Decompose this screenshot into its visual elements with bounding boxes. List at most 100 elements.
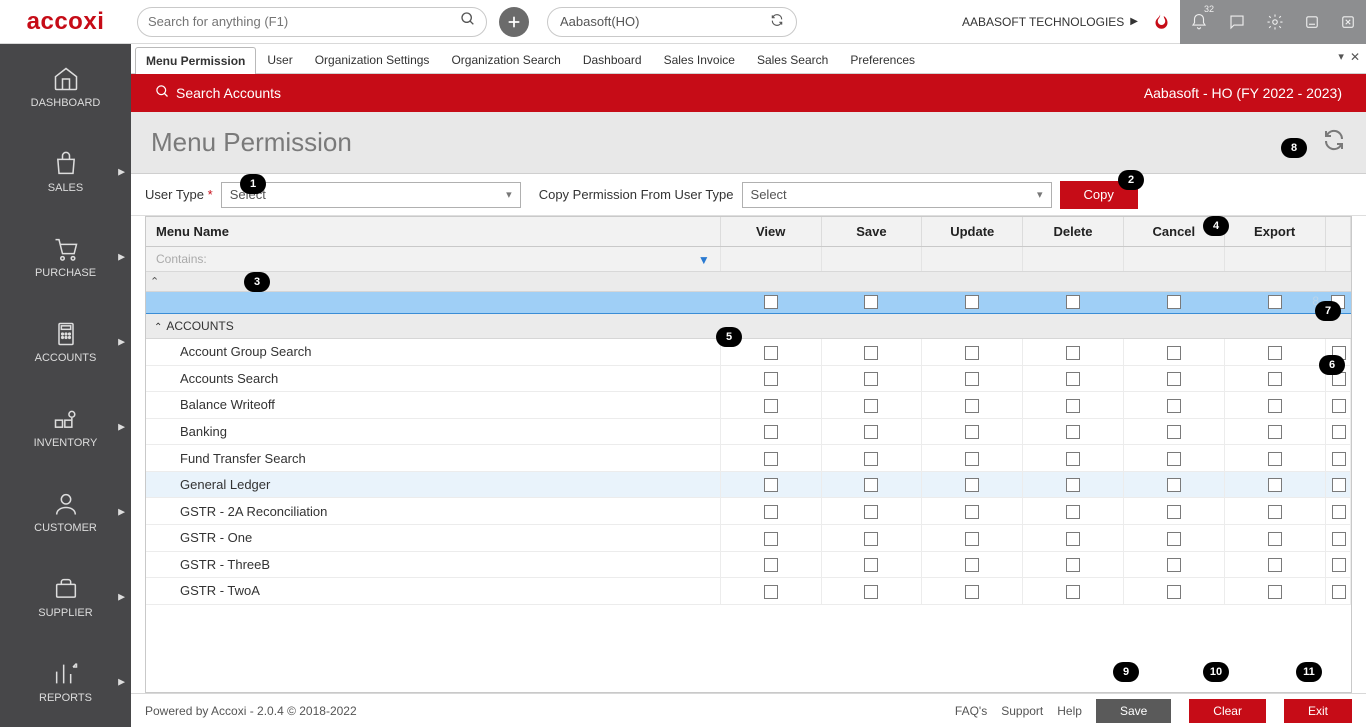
checkbox[interactable] [1066,558,1080,572]
refresh-icon[interactable] [1322,128,1346,157]
checkbox[interactable] [1268,295,1282,309]
tab-preferences[interactable]: Preferences [839,46,926,73]
grid-filter-row[interactable]: Contains:▼ [146,247,1351,272]
col-extra[interactable] [1325,217,1350,247]
tab-organization-settings[interactable]: Organization Settings [304,46,441,73]
checkbox[interactable] [1167,452,1181,466]
checkbox[interactable] [965,505,979,519]
checkbox[interactable] [1167,399,1181,413]
checkbox[interactable] [1167,478,1181,492]
company-label[interactable]: AABASOFT TECHNOLOGIES [962,15,1124,29]
checkbox[interactable] [864,399,878,413]
checkbox[interactable] [965,372,979,386]
col-export[interactable]: Export [1224,217,1325,247]
notifications-icon[interactable]: 32 [1180,0,1218,44]
checkbox[interactable] [1268,505,1282,519]
sidebar-item-inventory[interactable]: INVENTORY ▶ [0,384,131,469]
sidebar-item-accounts[interactable]: ACCOUNTS ▶ [0,299,131,384]
col-view[interactable]: View [720,217,821,247]
sidebar-item-customer[interactable]: CUSTOMER ▶ [0,469,131,554]
checkbox[interactable] [1332,532,1346,546]
checkbox[interactable] [1167,505,1181,519]
sidebar-item-reports[interactable]: REPORTS ▶ [0,639,131,724]
sidebar-item-dashboard[interactable]: DASHBOARD [0,44,131,129]
tab-close-all-icon[interactable]: ✕ [1350,50,1360,64]
table-row[interactable]: GSTR - One [146,524,1351,551]
checkbox[interactable] [764,505,778,519]
checkbox[interactable] [764,399,778,413]
checkbox[interactable] [1066,532,1080,546]
checkbox[interactable] [864,346,878,360]
checkbox[interactable] [1331,295,1345,309]
checkbox[interactable] [864,425,878,439]
checkbox[interactable] [1167,532,1181,546]
checkbox[interactable] [864,372,878,386]
checkbox[interactable] [1332,558,1346,572]
add-button[interactable] [499,7,529,37]
checkbox[interactable] [1167,558,1181,572]
copy-from-user-type-select[interactable]: Select▾ [742,182,1052,208]
checkbox[interactable] [965,585,979,599]
user-type-select[interactable]: Select▾ [221,182,521,208]
col-menu-name[interactable]: Menu Name [146,217,720,247]
minimize-button[interactable] [1294,0,1330,44]
checkbox[interactable] [1268,452,1282,466]
checkbox[interactable] [1167,585,1181,599]
checkbox[interactable] [1066,399,1080,413]
checkbox[interactable] [764,585,778,599]
checkbox[interactable] [864,505,878,519]
checkbox[interactable] [1066,295,1080,309]
checkbox[interactable] [1066,478,1080,492]
checkbox[interactable] [1268,425,1282,439]
tab-menu-icon[interactable]: ▾ [1338,50,1344,64]
checkbox[interactable] [764,346,778,360]
checkbox[interactable] [965,425,979,439]
group-accounts[interactable]: ⌃ACCOUNTS [146,314,1351,339]
table-row[interactable]: GSTR - ThreeB [146,551,1351,578]
checkbox[interactable] [965,558,979,572]
clear-button[interactable]: Clear [1189,699,1266,723]
checkbox[interactable] [864,585,878,599]
checkbox[interactable] [1167,295,1181,309]
checkbox[interactable] [1066,372,1080,386]
checkbox[interactable] [764,295,778,309]
checkbox[interactable] [864,532,878,546]
checkbox[interactable] [1332,399,1346,413]
copy-button[interactable]: Copy [1060,181,1138,209]
checkbox[interactable] [864,452,878,466]
tab-dashboard[interactable]: Dashboard [572,46,653,73]
checkbox[interactable] [864,478,878,492]
checkbox[interactable] [764,558,778,572]
search-accounts-link[interactable]: Search Accounts [176,85,281,101]
settings-icon[interactable] [1256,0,1294,44]
checkbox[interactable] [1268,558,1282,572]
checkbox[interactable] [1268,478,1282,492]
chat-icon[interactable] [1218,0,1256,44]
checkbox[interactable] [1167,372,1181,386]
checkbox[interactable] [1066,346,1080,360]
table-row[interactable]: GSTR - 2A Reconciliation [146,498,1351,525]
checkbox[interactable] [1268,346,1282,360]
tab-menu-permission[interactable]: Menu Permission [135,47,256,74]
checkbox[interactable] [965,532,979,546]
table-row[interactable]: Balance Writeoff [146,392,1351,419]
checkbox[interactable] [1332,346,1346,360]
checkbox[interactable] [1332,425,1346,439]
checkbox[interactable] [864,558,878,572]
checkbox[interactable] [1268,585,1282,599]
checkbox[interactable] [965,478,979,492]
checkbox[interactable] [965,346,979,360]
checkbox[interactable] [764,532,778,546]
table-row[interactable]: GSTR - TwoA [146,578,1351,605]
checkbox[interactable] [1332,452,1346,466]
selected-summary-row[interactable]: 8 [146,292,1351,314]
checkbox[interactable] [1066,505,1080,519]
checkbox[interactable] [1332,372,1346,386]
checkbox[interactable] [965,452,979,466]
global-search-input[interactable] [148,14,460,29]
checkbox[interactable] [764,425,778,439]
checkbox[interactable] [1332,585,1346,599]
checkbox[interactable] [965,399,979,413]
table-row[interactable]: Accounts Search [146,365,1351,392]
checkbox[interactable] [1167,425,1181,439]
